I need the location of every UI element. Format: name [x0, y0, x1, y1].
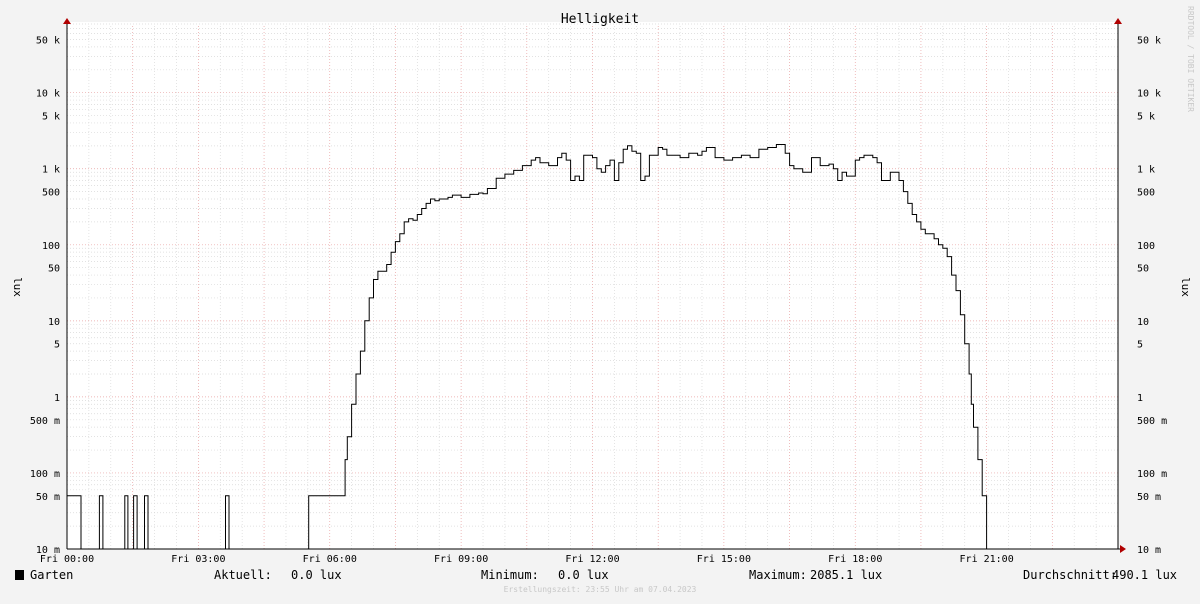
legend-current-label: Aktuell:	[214, 568, 272, 582]
x-tick-label: Fri 00:00	[40, 554, 94, 565]
x-tick-label: Fri 06:00	[303, 554, 357, 565]
y-tick-label-left: 100	[42, 241, 60, 252]
legend-max-value: 2085.1 lux	[810, 568, 882, 582]
y-tick-label-right: 500	[1137, 188, 1155, 199]
y-tick-label-left: 50 m	[36, 492, 60, 503]
watermark: RRDTOOL / TOBI OETIKER	[1186, 6, 1195, 112]
y-tick-label-right: 500 m	[1137, 416, 1167, 427]
legend-swatch	[15, 570, 24, 580]
chart-window: 50 k 10 k 5 k 1 k 500 100 50 10 5 1 500 m 100 m 50 m…	[0, 0, 1200, 600]
y-tick-label-right: 5	[1137, 340, 1143, 351]
legend-avg-label: Durchschnitt:	[1023, 568, 1117, 582]
legend-series-name: Garten	[30, 568, 73, 582]
legend-current-value: 0.0 lux	[291, 568, 342, 582]
y-tick-label-left: 5 k	[42, 112, 60, 123]
y-tick-label-right: 50 k	[1137, 36, 1161, 47]
rrd-chart: 50 k 10 k 5 k 1 k 500 100 50 10 5 1 500 m 100 m 50 m…	[0, 0, 1200, 600]
y-tick-label-right: 50	[1137, 264, 1149, 275]
y-axis-label-left: lux	[11, 277, 24, 297]
y-tick-label-left: 50	[48, 264, 60, 275]
y-tick-label-left: 1	[54, 393, 60, 404]
y-tick-label-left: 500 m	[30, 416, 60, 427]
x-tick-label: Fri 15:00	[697, 554, 751, 565]
footer-timestamp: Erstellungszeit: 23:55 Uhr am 07.04.2023	[504, 585, 697, 594]
legend-avg-value: 490.1 lux	[1112, 568, 1177, 582]
x-tick-label: Fri 09:00	[434, 554, 488, 565]
chart-title: Helligkeit	[561, 12, 639, 27]
y-tick-label-left: 50 k	[36, 36, 60, 47]
y-tick-label-left: 10 k	[36, 89, 60, 100]
y-tick-label-left: 10	[48, 317, 60, 328]
y-tick-label-right: 1	[1137, 393, 1143, 404]
y-tick-label-right: 10 m	[1137, 545, 1161, 556]
y-tick-label-right: 1 k	[1137, 165, 1155, 176]
legend-min-value: 0.0 lux	[558, 568, 609, 582]
y-tick-label-right: 10 k	[1137, 89, 1161, 100]
legend-min-label: Minimum:	[481, 568, 539, 582]
y-tick-label-left: 100 m	[30, 469, 60, 480]
x-tick-label: Fri 18:00	[828, 554, 882, 565]
x-tick-label: Fri 03:00	[171, 554, 225, 565]
y-tick-label-left: 500	[42, 188, 60, 199]
y-tick-label-left: 5	[54, 340, 60, 351]
legend-max-label: Maximum:	[749, 568, 807, 582]
y-tick-label-right: 50 m	[1137, 492, 1161, 503]
y-tick-label-left: 1 k	[42, 165, 60, 176]
y-tick-label-right: 100 m	[1137, 469, 1167, 480]
x-tick-label: Fri 12:00	[565, 554, 619, 565]
y-tick-label-right: 100	[1137, 241, 1155, 252]
y-tick-label-right: 10	[1137, 317, 1149, 328]
y-tick-label-right: 5 k	[1137, 112, 1155, 123]
y-axis-label-right: lux	[1179, 277, 1192, 297]
x-tick-label: Fri 21:00	[960, 554, 1014, 565]
